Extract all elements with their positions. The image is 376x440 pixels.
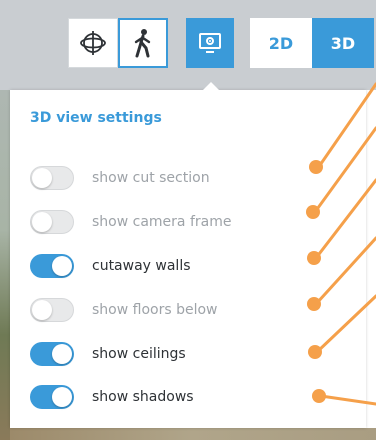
annotation-dot-6 [312, 389, 326, 403]
annotation-line-1 [316, 82, 376, 170]
annotation-dot-1 [309, 160, 323, 174]
annotation-line-6 [319, 394, 376, 406]
annotation-dot-3 [307, 251, 321, 265]
annotation-line-2 [313, 126, 376, 214]
annotation-line-5 [315, 294, 376, 354]
annotation-dot-4 [307, 297, 321, 311]
annotation-dot-5 [308, 345, 322, 359]
annotation-dot-2 [306, 205, 320, 219]
annotation-lines [313, 82, 376, 406]
